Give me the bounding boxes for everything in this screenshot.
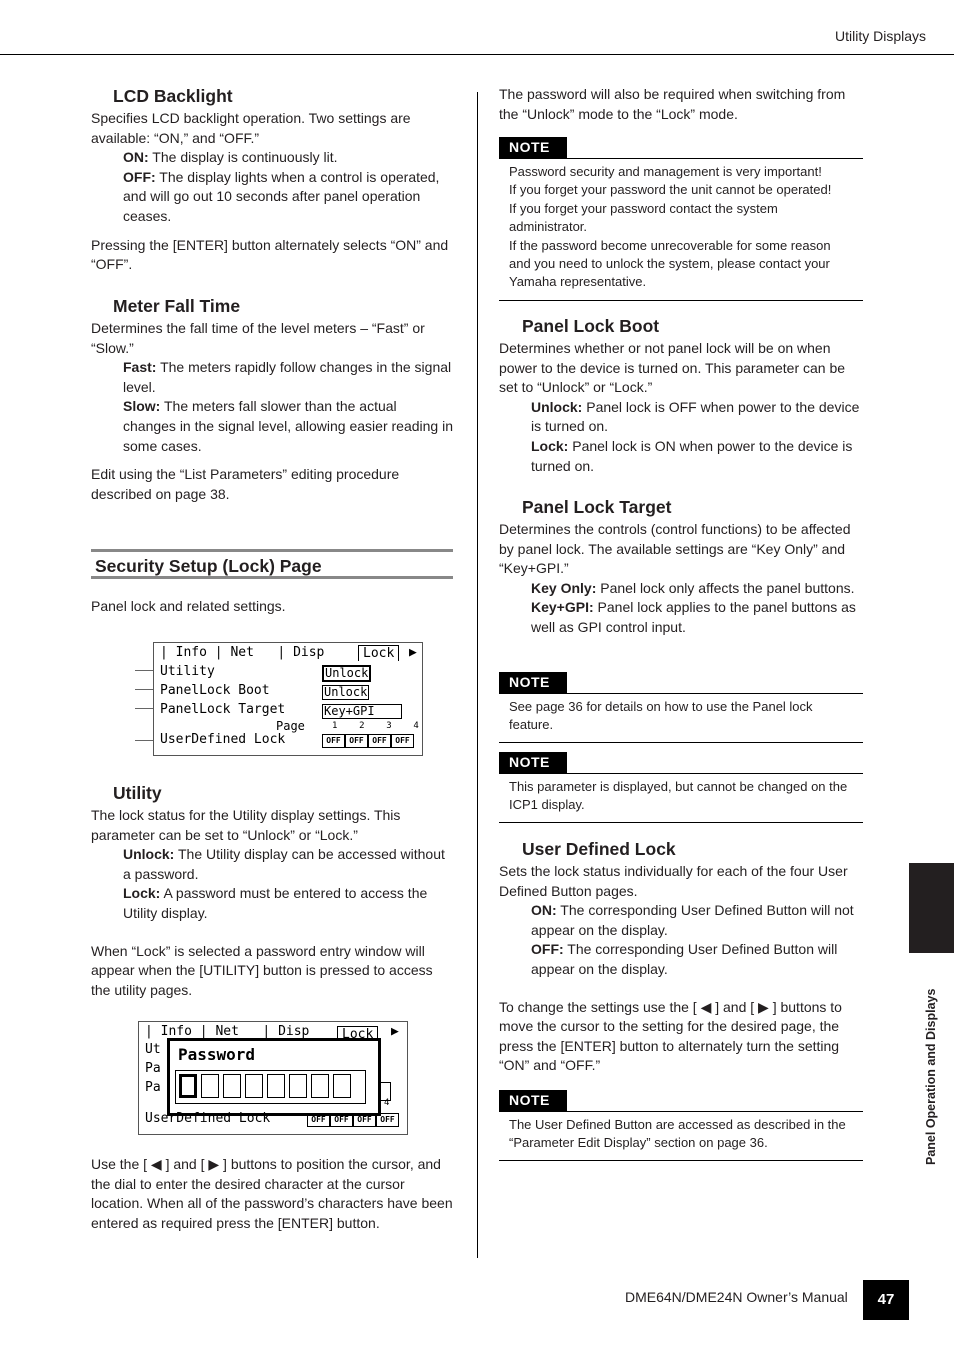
section-tab-marker [909,863,954,953]
meter-fall-section: Determines the fall time of the level me… [91,320,453,502]
note-label: NOTE [499,672,567,693]
password-char-slot [267,1074,285,1098]
password-char-slot [179,1074,197,1098]
note-label: NOTE [499,1090,567,1111]
panel-lock-boot-section: Determines whether or not panel lock wil… [499,340,860,474]
heading-meter-fall-time: Meter Fall Time [113,296,241,316]
panel-lock-target-section: Determines the controls (control functio… [499,521,856,635]
note-password: Password security and management is very… [499,158,863,301]
note-icp1: This parameter is displayed, but cannot … [499,773,863,823]
heading-panel-lock-target: Panel Lock Target [522,497,672,517]
password-char-slot [311,1074,329,1098]
manual-page: Utility Displays LCD Backlight Specifies… [0,0,954,1350]
lcd-lock-page: | Info | Net | Disp Lock ▶ Utility Panel… [153,642,423,756]
page-number: 47 [863,1280,909,1320]
side-tab-label: Panel Operation and Displays [924,988,938,1165]
heading-lcd-backlight: LCD Backlight [113,86,233,106]
password-dialog: Password [167,1038,381,1116]
lcd-backlight-section: Specifies LCD backlight operation. Two s… [91,110,449,273]
note-panel-lock: See page 36 for details on how to use th… [499,693,863,743]
password-char-slot [201,1074,219,1098]
note-label: NOTE [499,137,567,158]
password-field[interactable] [175,1070,366,1104]
column-divider [477,92,478,1258]
lcd-password-window: | Info | Net | Disp Lock ▶ Ut Pa Pa 4 Pa… [138,1021,408,1135]
cursor-instructions: Use the [ ◀ ] and [ ▶ ] buttons to posit… [91,1156,453,1231]
header-rule [0,54,954,55]
note-user-defined-button: The User Defined Button are accessed as … [499,1111,863,1161]
password-char-slot [333,1074,351,1098]
heading-user-defined-lock: User Defined Lock [522,839,676,859]
user-defined-lock-section: Sets the lock status individually for ea… [499,863,854,1074]
heading-utility: Utility [113,783,162,803]
running-header: Utility Displays [834,28,926,44]
footer-manual-title: DME64N/DME24N Owner’s Manual [625,1289,848,1305]
utility-section: The lock status for the Utility display … [91,807,445,998]
password-intro: The password will also be required when … [499,86,846,122]
security-intro: Panel lock and related settings. [91,598,286,614]
password-char-slot [289,1074,307,1098]
password-char-slot [223,1074,241,1098]
heading-panel-lock-boot: Panel Lock Boot [522,316,660,336]
note-label: NOTE [499,752,567,773]
security-heading-band: Security Setup (Lock) Page [91,549,453,579]
password-char-slot [245,1074,263,1098]
